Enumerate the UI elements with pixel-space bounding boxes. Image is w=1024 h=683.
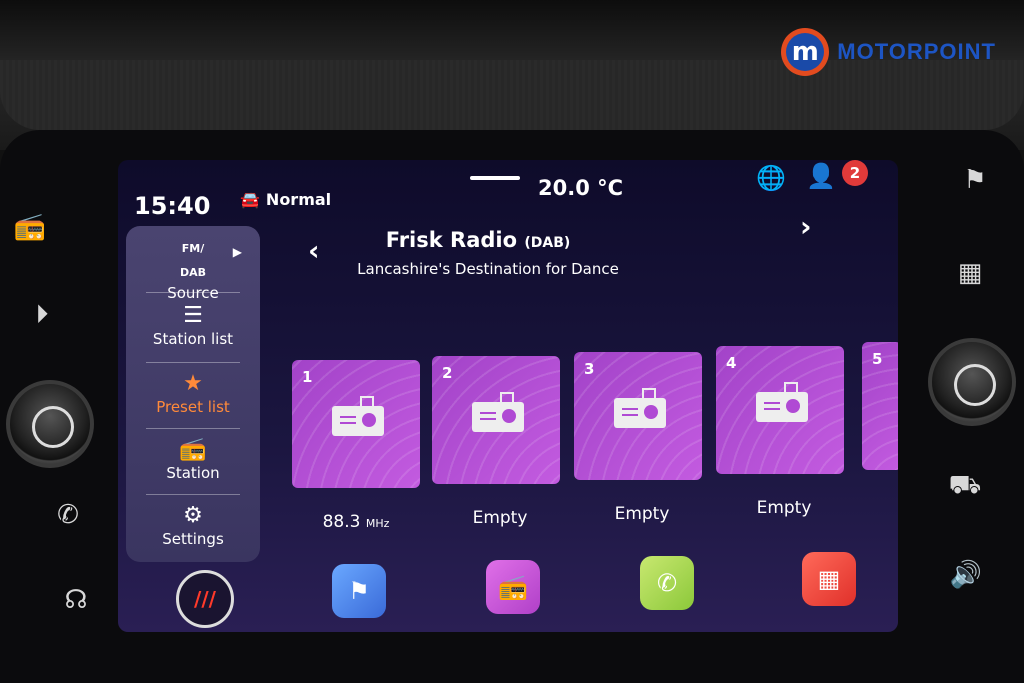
drive-mode[interactable]: 🚘 Normal bbox=[240, 190, 331, 209]
play-hardkey-icon[interactable]: ⏵ bbox=[22, 300, 62, 331]
sidebar-item-label: Station list bbox=[152, 330, 234, 348]
apps-hardkey-icon[interactable]: ▦ bbox=[950, 258, 990, 288]
preset-label-1: 88.3 MHz bbox=[322, 512, 390, 532]
navigation-app-icon[interactable]: ⚑ bbox=[332, 564, 386, 618]
chevron-right-icon[interactable]: › bbox=[800, 210, 812, 243]
preset-number: 4 bbox=[726, 354, 737, 372]
pull-down-handle[interactable] bbox=[470, 176, 520, 180]
volume-knob[interactable] bbox=[6, 380, 94, 468]
sidebar-item-station[interactable]: 📻 Station bbox=[126, 437, 260, 483]
radio-app-icon[interactable]: 📻 bbox=[486, 560, 540, 614]
notification-badge[interactable]: 2 bbox=[842, 160, 868, 186]
sidebar-item-label: Station bbox=[166, 464, 220, 482]
brand-logo-mark: m bbox=[781, 28, 830, 76]
driver-profile-icon[interactable]: 👤 bbox=[806, 162, 836, 190]
tune-knob[interactable] bbox=[928, 338, 1016, 426]
divider bbox=[146, 428, 240, 429]
temperature: 20.0 °C bbox=[538, 176, 624, 200]
source-icon: FM/ DAB ▶ bbox=[179, 242, 242, 279]
radio-sidebar: FM/ DAB ▶ Source ☰ Station list ★ Preset… bbox=[126, 226, 260, 562]
frequency-unit: MHz bbox=[365, 517, 390, 530]
band-label: (DAB) bbox=[524, 235, 571, 251]
apps-app-icon[interactable]: ▦ bbox=[802, 552, 856, 606]
brand-logo: m MOTORPOINT bbox=[781, 28, 996, 76]
preset-tile-3[interactable]: 3 bbox=[574, 352, 702, 480]
globe-icon[interactable]: 🌐 bbox=[756, 164, 786, 192]
preset-tile-4[interactable]: 4 bbox=[716, 346, 844, 474]
infotainment-screen: 15:40 🚘 Normal 20.0 °C 🌐 👤 2 FM/ DAB ▶ S… bbox=[118, 160, 898, 632]
list-icon: ☰ bbox=[183, 303, 203, 328]
divider bbox=[146, 362, 240, 363]
preset-label-4: Empty bbox=[756, 498, 812, 518]
preset-number: 3 bbox=[584, 360, 595, 378]
clock: 15:40 bbox=[134, 192, 211, 220]
sidebar-item-settings[interactable]: ⚙ Settings bbox=[126, 503, 260, 549]
sidebar-item-label: Preset list bbox=[156, 398, 230, 416]
phone-hardkey-icon[interactable]: ✆ bbox=[48, 500, 88, 530]
gear-icon: ⚙ bbox=[183, 503, 203, 528]
preset-label-3: Empty bbox=[614, 504, 670, 524]
star-icon: ★ bbox=[183, 371, 203, 396]
play-arrow-icon: ▶ bbox=[232, 245, 242, 259]
preset-number: 5 bbox=[872, 350, 883, 368]
radio-icon bbox=[472, 392, 524, 432]
sidebar-item-station-list[interactable]: ☰ Station list bbox=[126, 303, 260, 349]
sidebar-item-label: Settings bbox=[162, 530, 224, 548]
voice-hardkey-icon[interactable]: ☊ bbox=[56, 585, 96, 615]
radio-icon: 📻 bbox=[179, 437, 207, 462]
preset-tile-1[interactable]: 1 bbox=[292, 360, 420, 488]
sound-hardkey-icon[interactable]: 🔊 bbox=[946, 560, 986, 590]
preset-label-2: Empty bbox=[472, 508, 528, 528]
radio-hardkey-icon[interactable]: 📻 bbox=[10, 212, 50, 242]
flag-hardkey-icon[interactable]: ⚑ bbox=[955, 165, 995, 195]
station-description: Lancashire's Destination for Dance bbox=[357, 260, 619, 278]
radio-icon bbox=[756, 382, 808, 422]
radio-icon bbox=[614, 388, 666, 428]
divider bbox=[146, 292, 240, 293]
preset-number: 2 bbox=[442, 364, 453, 382]
divider bbox=[146, 494, 240, 495]
brand-name: MOTORPOINT bbox=[837, 39, 996, 64]
station-name: Frisk Radio (DAB) bbox=[385, 228, 571, 252]
sidebar-item-preset-list[interactable]: ★ Preset list bbox=[126, 371, 260, 417]
preset-number: 1 bbox=[302, 368, 313, 386]
car-hardkey-icon[interactable]: ⛟ bbox=[945, 470, 985, 504]
sidebar-item-label: Source bbox=[167, 284, 219, 302]
phone-app-icon[interactable]: ✆ bbox=[640, 556, 694, 610]
car-icon: 🚘 bbox=[240, 190, 260, 209]
home-button[interactable]: /// bbox=[176, 570, 234, 628]
radio-icon bbox=[332, 396, 384, 436]
drive-mode-label: Normal bbox=[265, 190, 332, 209]
preset-tile-2[interactable]: 2 bbox=[432, 356, 560, 484]
preset-tile-5[interactable]: 5 bbox=[862, 342, 898, 470]
